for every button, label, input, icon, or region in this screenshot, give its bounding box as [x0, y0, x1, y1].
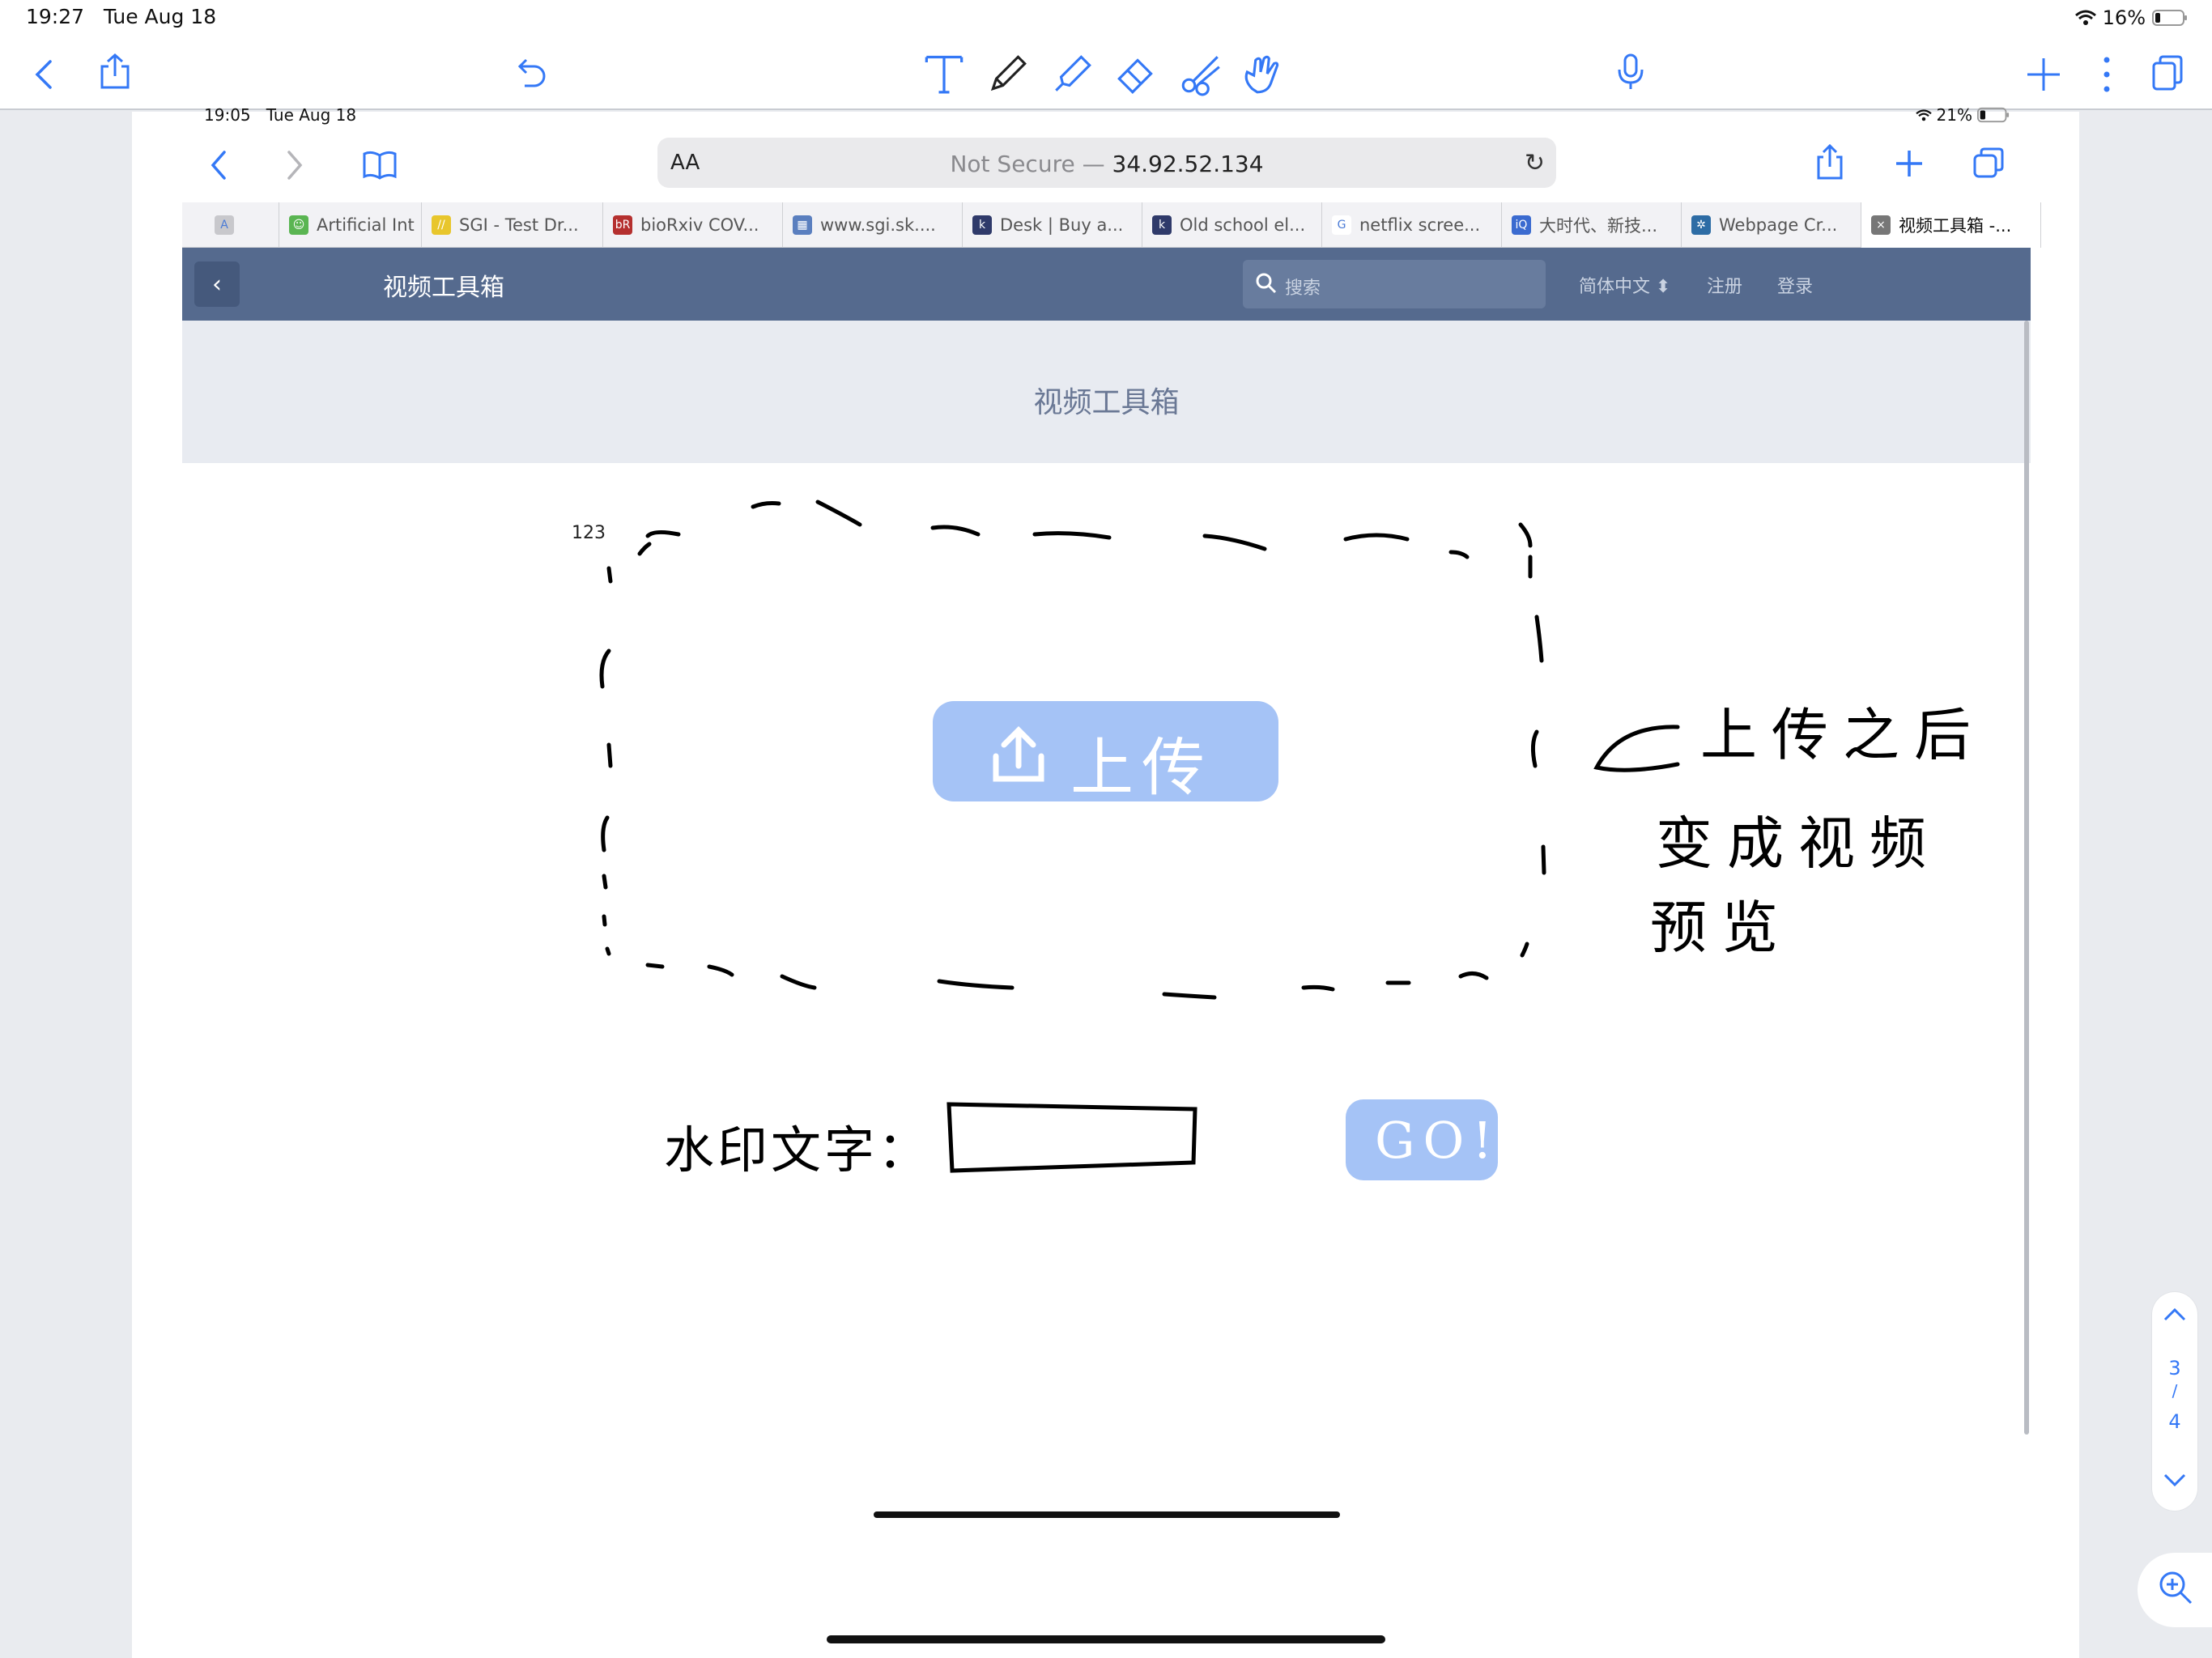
go-label: GO!	[1375, 1111, 1501, 1170]
handwritten-note-line3: 预览	[1650, 895, 1793, 961]
watermark-text-input[interactable]	[952, 1107, 1193, 1167]
chevron-up-icon[interactable]	[2163, 1307, 2186, 1323]
upload-button[interactable]: 上传	[933, 701, 1278, 805]
inner-home-indicator	[874, 1511, 1340, 1518]
zoom-button[interactable]	[2138, 1553, 2212, 1627]
home-indicator	[827, 1635, 1385, 1643]
zoom-in-icon	[2157, 1569, 2194, 1606]
upload-icon	[989, 724, 1048, 784]
chevron-down-icon[interactable]	[2163, 1472, 2186, 1488]
page-navigator: 3 / 4	[2152, 1292, 2197, 1511]
current-page: 3	[2168, 1357, 2181, 1380]
total-pages: 4	[2168, 1410, 2181, 1433]
page-separator: /	[2172, 1381, 2178, 1401]
handwritten-note-line1: 上传之后	[1700, 702, 1985, 768]
go-button[interactable]: GO!	[1346, 1099, 1498, 1180]
upload-label: 上传	[1070, 732, 1214, 805]
handwritten-note-line2: 变成视频	[1656, 810, 1941, 877]
watermark-text-label: 水印文字：	[664, 1120, 932, 1180]
